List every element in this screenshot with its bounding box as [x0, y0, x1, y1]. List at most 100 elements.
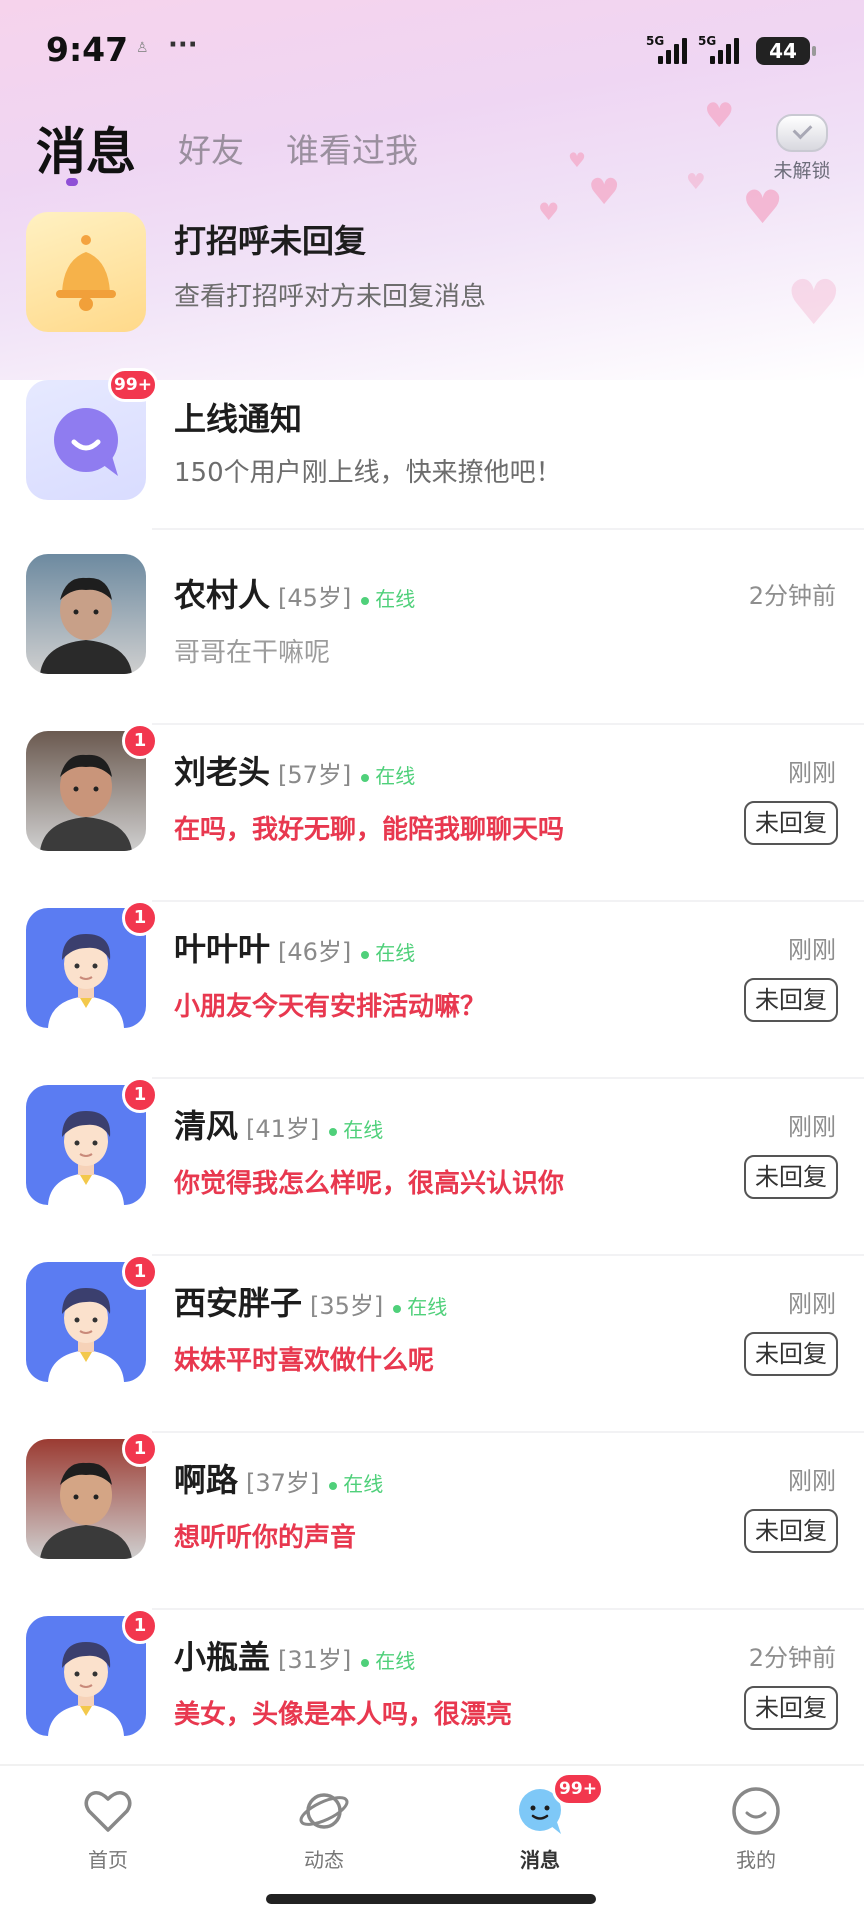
bell-icon — [56, 235, 116, 311]
message-time: 2分钟前 — [748, 1644, 836, 1672]
heart-decoration: ♥ — [568, 148, 586, 172]
unreplied-tag[interactable]: 未回复 — [744, 1686, 838, 1730]
chat-row[interactable]: 1 西安胖子 [35岁] 在线 刚刚 妹妹平时喜欢做什么呢 未回复 — [0, 1254, 864, 1433]
chat-row[interactable]: 1 刘老头 [57岁] 在线 刚刚在吗，我好无聊，能陪我聊聊天吗 未回复 — [0, 723, 864, 902]
chat-row[interactable]: 1 啊路 [37岁] 在线 刚刚 想听听你的声音 未回复 — [0, 1431, 864, 1610]
unreplied-tag[interactable]: 未回复 — [744, 1509, 838, 1553]
battery-cap — [812, 46, 816, 56]
message-time: 刚刚 — [788, 759, 836, 787]
message-preview: 你觉得我怎么样呢，很高兴认识你 — [174, 1169, 565, 1199]
nav-mine-label: 我的 — [736, 1848, 776, 1872]
nav-messages[interactable]: 消息 99+ — [480, 1772, 604, 1873]
status-bar: 9:47 ♙ ··· 5G 5G 44 — [0, 0, 864, 100]
unreplied-tag[interactable]: 未回复 — [744, 1332, 838, 1376]
network-type-label: 5G — [646, 34, 665, 48]
online-dot-icon — [361, 773, 370, 782]
greeting-subtitle: 查看打招呼对方未回复消息 — [174, 282, 487, 312]
online-dot-icon — [329, 1481, 338, 1490]
contact-age: [46岁] — [278, 938, 352, 966]
nav-home[interactable]: 首页 — [48, 1784, 168, 1873]
online-status: 在线 — [329, 1118, 383, 1142]
online-label: 在线 — [343, 1118, 384, 1142]
contact-name-text: 农村人 — [174, 576, 271, 614]
contact-age: [45岁] — [278, 584, 352, 612]
greeting-row[interactable]: 打招呼未回复 查看打招呼对方未回复消息 — [0, 208, 864, 350]
unreplied-tag[interactable]: 未回复 — [744, 978, 838, 1022]
tab-viewers[interactable]: 谁看过我 — [286, 124, 418, 172]
active-tab-indicator — [66, 178, 78, 186]
unreplied-tag[interactable]: 未回复 — [744, 1155, 838, 1199]
message-time: 刚刚 — [788, 1467, 836, 1495]
online-label: 在线 — [375, 1649, 416, 1673]
home-indicator — [266, 1894, 596, 1904]
nav-moments[interactable]: 动态 — [264, 1784, 384, 1873]
contact-name: 啊路 [37岁] 在线 — [174, 1455, 383, 1501]
contact-name-text: 啊路 — [174, 1461, 239, 1499]
contact-age: [41岁] — [246, 1115, 320, 1143]
contact-age: [37岁] — [246, 1469, 320, 1497]
greeting-title: 打招呼未回复 — [174, 222, 367, 260]
online-label: 在线 — [375, 587, 416, 611]
unread-badge: 1 — [122, 723, 158, 759]
contact-name-text: 小瓶盖 — [174, 1638, 271, 1676]
nav-messages-label: 消息 — [520, 1848, 560, 1872]
unreplied-tag[interactable]: 未回复 — [744, 801, 838, 845]
contact-name: 叶叶叶 [46岁] 在线 — [174, 924, 415, 970]
heart-decoration: ♥ — [588, 172, 621, 213]
nav-home-label: 首页 — [88, 1848, 128, 1872]
online-label: 在线 — [375, 941, 416, 965]
chat-row[interactable]: 1 清风 [41岁] 在线 刚刚 你觉得我怎么样呢，很高兴认识你 未回复 — [0, 1077, 864, 1256]
message-time: 刚刚 — [788, 1290, 836, 1318]
unread-badge: 1 — [122, 1608, 158, 1644]
planet-icon — [297, 1784, 351, 1838]
nav-mine[interactable]: 我的 — [696, 1784, 816, 1873]
bell-tile — [26, 212, 146, 332]
online-label: 在线 — [375, 764, 416, 788]
online-status: 在线 — [329, 1472, 383, 1496]
unread-badge: 1 — [122, 900, 158, 936]
cellular-signal-icon: 5G — [646, 34, 696, 64]
online-status: 在线 — [361, 1649, 415, 1673]
chat-row[interactable]: 1 叶叶叶 [46岁] 在线 刚刚 小朋友今天有安排活动嘛？ 未回复 — [0, 900, 864, 1079]
contact-name-text: 刘老头 — [174, 753, 271, 791]
online-notice-row[interactable]: 99+ 上线通知 150个用户刚上线，快来撩他吧！ — [0, 368, 864, 530]
unlock-button[interactable]: 未解锁 — [760, 114, 844, 184]
tab-messages[interactable]: 消息 — [36, 112, 136, 184]
clock: 9:47 — [46, 30, 129, 69]
online-dot-icon — [361, 950, 370, 959]
contact-age: [57岁] — [278, 761, 352, 789]
contact-name-text: 叶叶叶 — [174, 930, 271, 968]
online-notice-subtitle: 150个用户刚上线，快来撩他吧！ — [174, 458, 562, 488]
message-preview: 小朋友今天有安排活动嘛？ — [174, 992, 487, 1022]
battery-icon: 44 — [756, 37, 810, 65]
online-status: 在线 — [361, 587, 415, 611]
online-status: 在线 — [393, 1295, 447, 1319]
online-label: 在线 — [407, 1295, 448, 1319]
diamond-icon — [776, 114, 828, 152]
nav-moments-label: 动态 — [304, 1848, 344, 1872]
avatar[interactable] — [26, 554, 146, 674]
message-time: 2分钟前 — [748, 582, 836, 610]
more-dots-icon: ··· — [168, 30, 198, 60]
message-preview: 在吗，我好无聊，能陪我聊聊天吗 — [174, 815, 565, 845]
messages-badge: 99+ — [552, 1772, 604, 1806]
heart-decoration: ♥ — [686, 170, 706, 195]
heart-decoration: ♥ — [704, 96, 735, 136]
chat-row[interactable]: 1 小瓶盖 [31岁] 在线 2分钟前美女，头像是本人吗，很漂亮 未回复 — [0, 1608, 864, 1787]
contact-name: 小瓶盖 [31岁] 在线 — [174, 1632, 415, 1678]
contact-name-text: 清风 — [174, 1107, 239, 1145]
contact-name: 西安胖子 [35岁] 在线 — [174, 1278, 447, 1324]
contact-name: 农村人 [45岁] 在线 — [174, 570, 415, 616]
contact-name: 刘老头 [57岁] 在线 — [174, 747, 415, 793]
tab-friends[interactable]: 好友 — [178, 124, 244, 172]
message-preview: 想听听你的声音 — [174, 1523, 357, 1553]
message-preview: 美女，头像是本人吗，很漂亮 — [174, 1700, 513, 1730]
online-status: 在线 — [361, 941, 415, 965]
contact-age: [35岁] — [310, 1292, 384, 1320]
contact-name-text: 西安胖子 — [174, 1284, 303, 1322]
message-preview: 哥哥在干嘛呢 — [174, 638, 331, 668]
network-type-label: 5G — [698, 34, 717, 48]
smile-icon — [729, 1784, 783, 1838]
heart-icon — [81, 1784, 135, 1838]
chat-row[interactable]: 农村人 [45岁] 在线 2分钟前哥哥在干嘛呢 — [0, 548, 864, 725]
